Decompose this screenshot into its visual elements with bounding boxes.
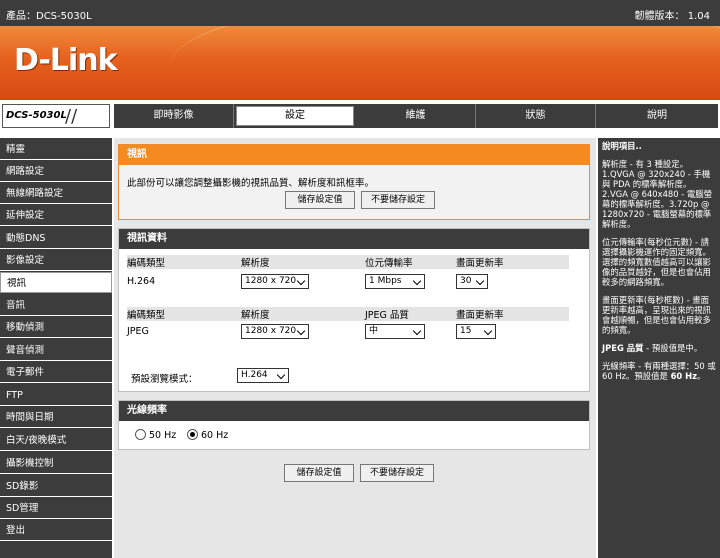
h264-fps-select[interactable]: 30 (456, 274, 488, 289)
model-slash-decoration: // (65, 106, 78, 127)
sidebar-item-image[interactable]: 影像設定 (0, 250, 112, 271)
main-content: 視訊 此部份可以讓您調整攝影機的視訊品質、解析度和訊框率。 儲存設定值 不要儲存… (114, 138, 596, 558)
video-description: 此部份可以讓您調整攝影機的視訊品質、解析度和訊框率。 (127, 178, 375, 189)
tab-maintenance[interactable]: 維護 (356, 104, 476, 128)
help-fps-text: 畫面更新率(每秒框數) - 畫面更新率越高，呈現出來的視訊會越順暢，但是也會佔用… (602, 295, 711, 335)
freq-50hz-label: 50 Hz (149, 430, 177, 441)
video-panel-title: 視訊 (119, 145, 589, 165)
discard-settings-button[interactable]: 不要儲存設定 (361, 191, 435, 209)
sidebar: 精靈 網路設定 無線網路設定 延伸設定 動態DNS 影像設定 視訊 音訊 移動偵… (0, 138, 112, 558)
jpeg-codec-value: JPEG (127, 326, 149, 337)
sidebar-item-ftp[interactable]: FTP (0, 385, 112, 406)
firmware-label: 韌體版本： 1.04 (634, 11, 710, 22)
help-light-frequency: 光線頻率 - 有兩種選擇：50 或 60 Hz。預設值是 60 Hz。 (602, 361, 716, 381)
sidebar-item-wireless[interactable]: 無線網路設定 (0, 183, 112, 204)
h264-fps-header: 畫面更新率 (456, 258, 504, 269)
h264-codec-header: 編碼類型 (127, 258, 166, 269)
help-resolution-text: 解析度 - 有 3 種設定。1.QVGA @ 320x240 - 手機與 PDA… (602, 159, 713, 229)
freq-60hz-label: 60 Hz (201, 430, 229, 441)
sidebar-item-camera-control[interactable]: 攝影機控制 (0, 453, 112, 474)
sidebar-item-sound[interactable]: 聲音偵測 (0, 340, 112, 361)
help-light-frequency-default: 60 Hz (670, 371, 698, 381)
sidebar-item-logout[interactable]: 登出 (0, 520, 112, 541)
freq-50hz-radio[interactable] (135, 429, 146, 440)
jpeg-codec-header: 編碼類型 (127, 310, 166, 321)
help-bitrate-text: 位元傳輸率(每秒位元數) - 請選擇攝影機運作的固定頻寬。選擇的頻寬數值越高可以… (602, 237, 711, 287)
sidebar-item-sd-record[interactable]: SD錄影 (0, 476, 112, 497)
freq-60hz-radio[interactable] (187, 429, 198, 440)
jpeg-quality-header: JPEG 品質 (365, 310, 409, 321)
light-frequency-panel: 光線頻率 50 Hz 60 Hz (118, 400, 590, 450)
sidebar-item-daynight[interactable]: 白天/夜晚模式 (0, 430, 112, 451)
help-title: 說明項目.. (602, 141, 642, 151)
video-profile-panel: 視訊資料 編碼類型 解析度 位元傳輸率 畫面更新率 H.264 1280 x 7… (118, 228, 590, 392)
jpeg-fps-header: 畫面更新率 (456, 310, 504, 321)
sidebar-item-video[interactable]: 視訊 (0, 272, 112, 293)
sidebar-item-sd-manage[interactable]: SD管理 (0, 498, 112, 519)
h264-codec-value: H.264 (127, 276, 156, 287)
bottom-save-button[interactable]: 儲存設定值 (284, 464, 354, 482)
preview-mode-select[interactable]: H.264 (237, 368, 289, 383)
tab-live-video[interactable]: 即時影像 (114, 104, 234, 128)
sidebar-item-audio[interactable]: 音訊 (0, 295, 112, 316)
jpeg-quality-select[interactable]: 中 (365, 324, 425, 339)
h264-resolution-select[interactable]: 1280 x 720 (241, 274, 309, 289)
jpeg-resolution-select[interactable]: 1280 x 720 (241, 324, 309, 339)
preview-mode-label: 預設瀏覽模式： (131, 374, 198, 385)
jpeg-resolution-header: 解析度 (241, 310, 270, 321)
sidebar-item-wizard[interactable]: 精靈 (0, 139, 112, 160)
sidebar-item-ddns[interactable]: 動態DNS (0, 228, 112, 249)
video-profile-title: 視訊資料 (119, 229, 589, 249)
video-intro-panel: 視訊 此部份可以讓您調整攝影機的視訊品質、解析度和訊框率。 儲存設定值 不要儲存… (118, 144, 590, 220)
model-name: DCS-5030L (6, 110, 67, 121)
dlink-logo: D-Link (14, 43, 118, 78)
jpeg-fps-select[interactable]: 15 (456, 324, 496, 339)
sidebar-item-network[interactable]: 網路設定 (0, 161, 112, 182)
save-settings-button[interactable]: 儲存設定值 (285, 191, 355, 209)
light-frequency-title: 光線頻率 (119, 401, 589, 421)
banner-decoration (170, 26, 720, 100)
model-badge: DCS-5030L // (2, 104, 110, 128)
help-panel: 說明項目.. 解析度 - 有 3 種設定。1.QVGA @ 320x240 - … (598, 138, 720, 558)
help-jpeg-quality-text: - 預設值是中。 (643, 343, 703, 353)
main-nav-tabs: 即時影像 設定 維護 狀態 說明 (114, 104, 718, 128)
help-jpeg-quality: JPEG 品質 - 預設值是中。 (602, 343, 716, 353)
product-label: 產品：DCS-5030L (6, 11, 92, 22)
sidebar-item-extended[interactable]: 延伸設定 (0, 205, 112, 226)
top-info-bar: 產品：DCS-5030L 韌體版本： 1.04 (0, 0, 720, 26)
help-jpeg-quality-term: JPEG 品質 (602, 343, 644, 353)
sidebar-item-time[interactable]: 時間與日期 (0, 407, 112, 428)
sidebar-item-motion[interactable]: 移動偵測 (0, 317, 112, 338)
brand-banner: D-Link (0, 26, 720, 100)
h264-bitrate-header: 位元傳輸率 (365, 258, 413, 269)
h264-bitrate-select[interactable]: 1 Mbps (365, 274, 425, 289)
help-light-frequency-end: 。 (697, 371, 706, 381)
bottom-discard-button[interactable]: 不要儲存設定 (360, 464, 434, 482)
tab-status[interactable]: 狀態 (476, 104, 596, 128)
sidebar-item-email[interactable]: 電子郵件 (0, 362, 112, 383)
tab-setup[interactable]: 設定 (236, 106, 354, 126)
h264-resolution-header: 解析度 (241, 258, 270, 269)
tab-help[interactable]: 說明 (596, 104, 718, 128)
